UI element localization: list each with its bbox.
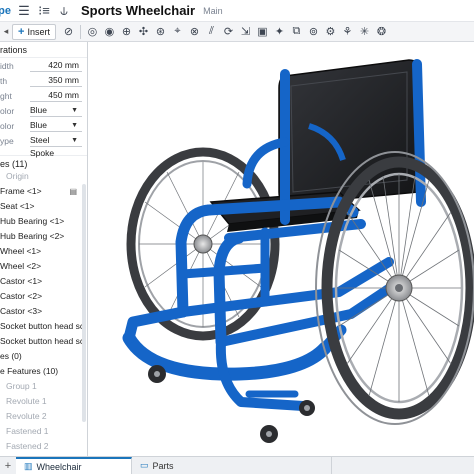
tree-item-revolute-2[interactable]: Revolute 2: [0, 409, 87, 424]
linear-pattern-icon[interactable]: ⧉: [288, 23, 305, 41]
plus-icon: +: [18, 25, 25, 38]
tree-item-fastened-1[interactable]: Fastened 1: [0, 424, 87, 439]
tab-label: Parts: [152, 460, 174, 471]
add-tab-icon[interactable]: +: [0, 460, 16, 472]
title-bar: ape ☰ ⁝≡ ⫝ Sports Wheelchair Main: [0, 0, 474, 22]
tree-item-revolute-1[interactable]: Revolute 1: [0, 394, 87, 409]
tree-item-castor-1[interactable]: Castor <1>: [0, 274, 87, 289]
tab-parts[interactable]: ▭ Parts: [132, 457, 332, 474]
document-tabs: + ▥ Wheelchair ▭ Parts: [0, 456, 474, 474]
frame-color-select[interactable]: Blue ▼: [30, 104, 82, 117]
config-row-wheel-type: ype Steel Spoke ▼: [0, 133, 87, 158]
hamburger-menu-icon[interactable]: ☰: [17, 0, 31, 22]
assembly-toolbar: ◂ + Insert ⊘ ◎ ◉ ⊕ ✣ ⊛ ⌖ ⊗ ⫽ ⟳ ⇲ ▣ ✦ ⧉ ⊚…: [0, 22, 474, 42]
group-icon[interactable]: ▣: [254, 23, 271, 41]
seat-back[interactable]: [278, 59, 420, 205]
tree-section-mate-features[interactable]: e Features (10): [0, 364, 87, 379]
tree-item-hub-bearing-1[interactable]: Hub Bearing <1>: [0, 214, 87, 229]
tab-wheelchair[interactable]: ▥ Wheelchair: [16, 457, 132, 474]
graphics-viewport[interactable]: [89, 42, 474, 456]
subassembly-icon: ▤: [69, 187, 77, 196]
cylindrical-mate-icon[interactable]: ⊛: [152, 23, 169, 41]
tree-item-castor-3[interactable]: Castor <3>: [0, 304, 87, 319]
tangent-mate-icon[interactable]: ⟳: [220, 23, 237, 41]
tree-item-castor-2[interactable]: Castor <2>: [0, 289, 87, 304]
panel-scrollbar[interactable]: [82, 184, 86, 422]
config-label: olor: [0, 120, 15, 131]
branch-label[interactable]: Main: [203, 6, 223, 16]
width-input[interactable]: 420 mm: [30, 59, 82, 72]
star-icon[interactable]: ✦: [271, 23, 288, 41]
config-row-depth: th 350 mm: [0, 73, 87, 88]
config-label: ght: [0, 90, 12, 101]
insert-button[interactable]: + Insert: [12, 23, 56, 40]
replicate-icon[interactable]: ⚘: [339, 23, 356, 41]
width-mate-icon[interactable]: ⇲: [237, 23, 254, 41]
slider-mate-icon[interactable]: ⊕: [118, 23, 135, 41]
parallel-mate-icon[interactable]: ⫽: [203, 23, 220, 41]
height-input[interactable]: 450 mm: [30, 89, 82, 102]
document-title[interactable]: Sports Wheelchair: [81, 3, 195, 18]
wheel-type-select[interactable]: Steel Spoke ▼: [30, 134, 82, 158]
chevron-down-icon: ▼: [71, 122, 78, 129]
config-row-frame-color: olor Blue ▼: [0, 103, 87, 118]
fastened-mate-icon[interactable]: ◎: [84, 23, 101, 41]
refresh-icon[interactable]: ⊘: [60, 23, 77, 41]
config-row-height: ght 450 mm: [0, 88, 87, 103]
tree-item-fastened-2[interactable]: Fastened 2: [0, 439, 87, 454]
tree-section-mates[interactable]: es (0): [0, 349, 87, 364]
tab-label: Wheelchair: [36, 461, 82, 472]
more-tools-icon[interactable]: ❂: [373, 23, 390, 41]
planar-mate-icon[interactable]: ✣: [135, 23, 152, 41]
config-label: olor: [0, 105, 15, 116]
tree-item-group-1[interactable]: Group 1: [0, 379, 87, 394]
tree-item-origin[interactable]: Origin: [0, 169, 87, 184]
insert-label: Insert: [27, 26, 50, 37]
config-label: ype: [0, 135, 14, 146]
toolbar-arrow-icon[interactable]: ◂: [0, 26, 12, 37]
config-row-seat-color: olor Blue ▼: [0, 118, 87, 133]
config-row-width: idth 420 mm: [0, 58, 87, 73]
app-logo[interactable]: ape: [0, 5, 11, 17]
feature-list-icon[interactable]: ⁝≡: [37, 0, 51, 22]
select-value: Blue: [30, 105, 48, 115]
feature-panel: rations idth 420 mm th 350 mm ght 450 mm…: [0, 42, 88, 456]
select-value: Steel Spoke: [30, 135, 55, 158]
config-label: th: [0, 75, 8, 86]
seat-color-select[interactable]: Blue ▼: [30, 119, 82, 132]
chevron-down-icon: ▼: [71, 137, 78, 144]
relation-icon[interactable]: ⚙: [322, 23, 339, 41]
assembly-icon: ▥: [24, 461, 33, 471]
pin-slot-mate-icon[interactable]: ⌖: [169, 23, 186, 41]
ball-mate-icon[interactable]: ⊗: [186, 23, 203, 41]
tree-item-wheel-1[interactable]: Wheel <1>: [0, 244, 87, 259]
toolbar-divider: [79, 24, 81, 39]
tree-item-socket-screw-1[interactable]: Socket button head sc...: [0, 319, 87, 334]
select-value: Blue: [30, 120, 48, 130]
folder-icon: ▭: [140, 460, 149, 470]
chevron-down-icon: ▼: [71, 107, 78, 114]
mate-connector-icon[interactable]: ⊚: [305, 23, 322, 41]
depth-input[interactable]: 350 mm: [30, 74, 82, 87]
tools-icon[interactable]: ⫝: [57, 0, 71, 22]
wheelchair-model[interactable]: [89, 42, 474, 456]
explode-icon[interactable]: ✳: [356, 23, 373, 41]
tree-item-frame[interactable]: Frame <1> ▤: [0, 184, 87, 199]
tree-item-wheel-2[interactable]: Wheel <2>: [0, 259, 87, 274]
config-label: idth: [0, 60, 14, 71]
configurations-header[interactable]: rations: [0, 42, 87, 58]
tree-item-seat[interactable]: Seat <1>: [0, 199, 87, 214]
revolute-mate-icon[interactable]: ◉: [101, 23, 118, 41]
tree-item-socket-screw-2[interactable]: Socket button head sc...: [0, 334, 87, 349]
tree-item-hub-bearing-2[interactable]: Hub Bearing <2>: [0, 229, 87, 244]
